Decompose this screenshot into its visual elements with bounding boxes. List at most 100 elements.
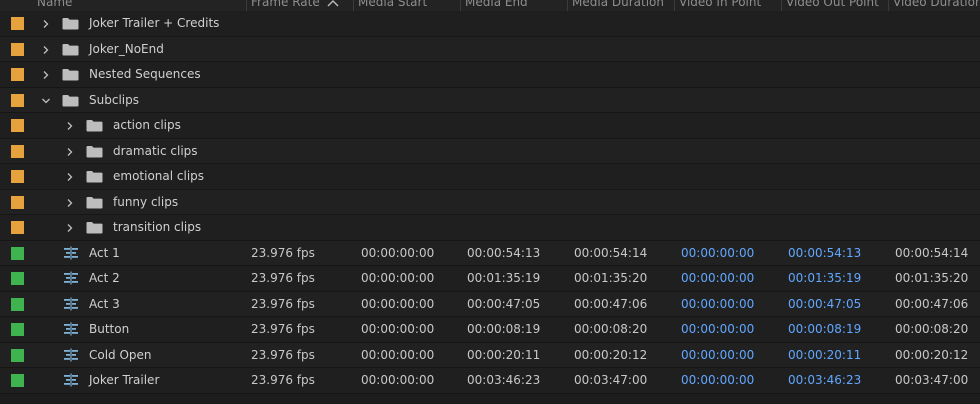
video-out-cell[interactable]: 00:01:35:19 (788, 266, 861, 290)
label-color-swatch[interactable] (11, 144, 24, 158)
folder-icon (86, 119, 103, 132)
chevron-right-icon[interactable] (41, 44, 51, 54)
chevron-down-icon[interactable] (41, 95, 51, 105)
sequence-icon (63, 297, 79, 311)
bin-row[interactable]: action clips (0, 113, 980, 139)
media-start-cell: 00:00:00:00 (361, 322, 435, 336)
media-end-cell: 00:00:54:13 (467, 245, 541, 260)
frame-rate-cell: 23.976 fps (251, 271, 315, 285)
bin-name: action clips (113, 118, 181, 132)
chevron-right-icon[interactable] (41, 69, 51, 79)
sequence-icon (63, 348, 79, 362)
video-out-cell[interactable]: 00:00:08:19 (788, 317, 861, 341)
label-color-swatch[interactable] (11, 348, 24, 362)
label-color-swatch[interactable] (11, 246, 24, 260)
chevron-up-icon (327, 0, 339, 6)
label-color-swatch[interactable] (11, 119, 24, 132)
video-out-cell[interactable]: 00:03:46:23 (788, 368, 861, 392)
sequence-row[interactable]: Act 3 23.976 fps 00:00:00:00 00:00:47:05 00:… (0, 291, 980, 317)
folder-icon (86, 145, 103, 158)
chevron-right-icon[interactable] (65, 222, 75, 232)
media-end-cell: 00:00:20:11 (467, 347, 541, 362)
video-in-cell[interactable]: 00:00:00:00 (681, 343, 754, 367)
media-duration-cell: 00:00:08:20 (574, 322, 648, 336)
chevron-right-icon[interactable] (65, 120, 75, 130)
media-end-cell: 00:00:08:19 (467, 322, 541, 336)
bin-name: funny clips (113, 194, 179, 209)
sequence-row[interactable]: Act 2 23.976 fps 00:00:00:00 00:01:35:19 00:… (0, 266, 980, 292)
video-in-cell[interactable]: 00:00:00:00 (681, 292, 754, 316)
label-color-swatch[interactable] (11, 17, 24, 30)
label-color-swatch[interactable] (11, 374, 24, 387)
folder-icon (62, 94, 79, 107)
sequence-row[interactable]: Cold Open 23.976 fps 00:00:00:00 00:00:20:1… (0, 342, 980, 368)
bin-row[interactable]: funny clips (0, 189, 980, 215)
video-out-cell[interactable]: 00:00:20:11 (788, 343, 861, 367)
label-color-swatch[interactable] (11, 272, 24, 285)
folder-icon (62, 17, 79, 30)
video-duration-cell: 00:01:35:20 (895, 271, 969, 285)
label-color-swatch[interactable] (11, 195, 24, 209)
media-duration-cell: 00:00:20:12 (574, 347, 648, 362)
sequence-row[interactable]: Joker Trailer 23.976 fps 00:00:00:00 00:03:… (0, 368, 980, 394)
bin-name: emotional clips (113, 169, 205, 183)
chevron-right-icon[interactable] (65, 197, 75, 207)
sequence-row[interactable]: Button 23.976 fps 00:00:00:00 00:00:08:19 00… (0, 317, 980, 343)
project-panel: Name Frame Rate Media Start Media End Me… (0, 0, 980, 404)
bin-name: Joker_NoEnd (89, 41, 164, 56)
media-end-cell: 00:00:47:05 (467, 296, 541, 311)
sequence-name: Act 3 (89, 296, 120, 311)
folder-icon (62, 68, 79, 81)
sequence-name: Cold Open (89, 347, 152, 362)
sequence-row[interactable]: Act 1 23.976 fps 00:00:00:00 00:00:54:13 00:… (0, 240, 980, 266)
video-out-cell[interactable]: 00:00:47:05 (788, 292, 861, 316)
media-start-cell: 00:00:00:00 (361, 271, 435, 285)
video-duration-cell: 00:00:54:14 (895, 245, 969, 260)
bin-name: transition clips (113, 220, 202, 234)
chevron-right-icon[interactable] (41, 18, 51, 28)
video-in-cell[interactable]: 00:00:00:00 (681, 266, 754, 290)
sequence-icon (63, 373, 79, 387)
media-start-cell: 00:00:00:00 (361, 347, 435, 362)
media-duration-cell: 00:03:47:00 (574, 373, 648, 387)
frame-rate-cell: 23.976 fps (251, 245, 315, 260)
chevron-right-icon[interactable] (65, 171, 75, 181)
label-color-swatch[interactable] (11, 42, 24, 56)
video-duration-cell: 00:00:20:12 (895, 347, 969, 362)
sequence-name: Act 2 (89, 271, 120, 285)
video-duration-cell: 00:00:08:20 (895, 322, 969, 336)
video-in-cell[interactable]: 00:00:00:00 (681, 241, 754, 265)
media-end-cell: 00:03:46:23 (467, 373, 541, 387)
video-in-cell[interactable]: 00:00:00:00 (681, 368, 754, 392)
bin-row[interactable]: emotional clips (0, 164, 980, 190)
video-out-cell[interactable]: 00:00:54:13 (788, 241, 861, 265)
bin-row[interactable]: Nested Sequences (0, 62, 980, 88)
video-in-cell[interactable]: 00:00:00:00 (681, 317, 754, 341)
label-color-swatch[interactable] (11, 297, 24, 311)
frame-rate-cell: 23.976 fps (251, 373, 315, 387)
bin-row[interactable]: transition clips (0, 215, 980, 241)
label-color-swatch[interactable] (11, 68, 24, 81)
bin-row[interactable]: Subclips (0, 87, 980, 113)
label-color-swatch[interactable] (11, 323, 24, 336)
chevron-right-icon[interactable] (65, 146, 75, 156)
bin-name: Subclips (89, 92, 139, 107)
bin-row[interactable]: Joker Trailer + Credits (0, 11, 980, 37)
column-header-frame-rate-label: Frame Rate (251, 0, 320, 9)
media-duration-cell: 00:00:54:14 (574, 245, 648, 260)
sequence-icon (63, 322, 79, 336)
bin-name: Nested Sequences (89, 67, 201, 81)
bin-row[interactable]: Joker_NoEnd (0, 36, 980, 62)
label-color-swatch[interactable] (11, 93, 24, 107)
folder-icon (86, 221, 103, 234)
label-color-swatch[interactable] (11, 221, 24, 234)
video-duration-cell: 00:00:47:06 (895, 296, 969, 311)
media-start-cell: 00:00:00:00 (361, 245, 435, 260)
media-start-cell: 00:00:00:00 (361, 296, 435, 311)
bin-row[interactable]: dramatic clips (0, 138, 980, 164)
label-color-swatch[interactable] (11, 170, 24, 183)
folder-icon (86, 170, 103, 183)
media-duration-cell: 00:01:35:20 (574, 271, 648, 285)
bin-name: Joker Trailer + Credits (89, 16, 220, 30)
media-duration-cell: 00:00:47:06 (574, 296, 648, 311)
